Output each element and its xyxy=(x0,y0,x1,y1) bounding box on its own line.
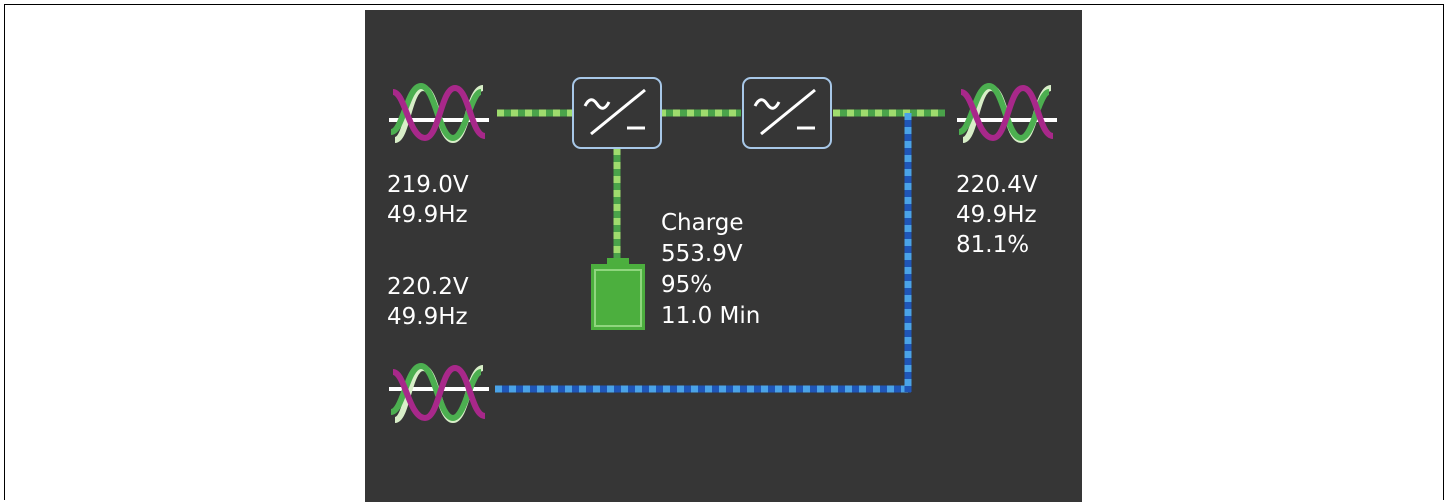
output-readout: 220.4V 49.9Hz 81.1% xyxy=(956,170,1038,260)
battery-readout: Charge 553.9V 95% 11.0 Min xyxy=(661,208,760,332)
output-load: 81.1% xyxy=(956,232,1030,258)
bypass-input-frequency: 49.9Hz xyxy=(387,304,468,330)
main-input-frequency: 49.9Hz xyxy=(387,202,468,228)
battery-icon xyxy=(591,258,645,330)
output-voltage: 220.4V xyxy=(956,172,1038,198)
output-frequency: 49.9Hz xyxy=(956,202,1037,228)
battery-runtime: 11.0 Min xyxy=(661,303,761,329)
main-input-readout: 219.0V 49.9Hz xyxy=(387,170,469,230)
ac-sine-wave-icon xyxy=(389,362,489,424)
bypass-input-voltage: 220.2V xyxy=(387,274,469,300)
main-input-voltage: 219.0V xyxy=(387,172,469,198)
ups-mimic-panel: 219.0V 49.9Hz 220.2V 49.9Hz Charge 553.9… xyxy=(365,10,1082,502)
dc-ac-converter-icon xyxy=(742,77,832,149)
battery-capacity: 95% xyxy=(661,272,713,298)
ac-dc-converter-icon xyxy=(572,77,662,149)
battery-voltage: 553.9V xyxy=(661,241,743,267)
ac-sine-wave-icon xyxy=(957,82,1057,144)
ac-sine-wave-icon xyxy=(389,82,489,144)
battery-status: Charge xyxy=(661,210,744,236)
bypass-input-readout: 220.2V 49.9Hz xyxy=(387,272,469,332)
